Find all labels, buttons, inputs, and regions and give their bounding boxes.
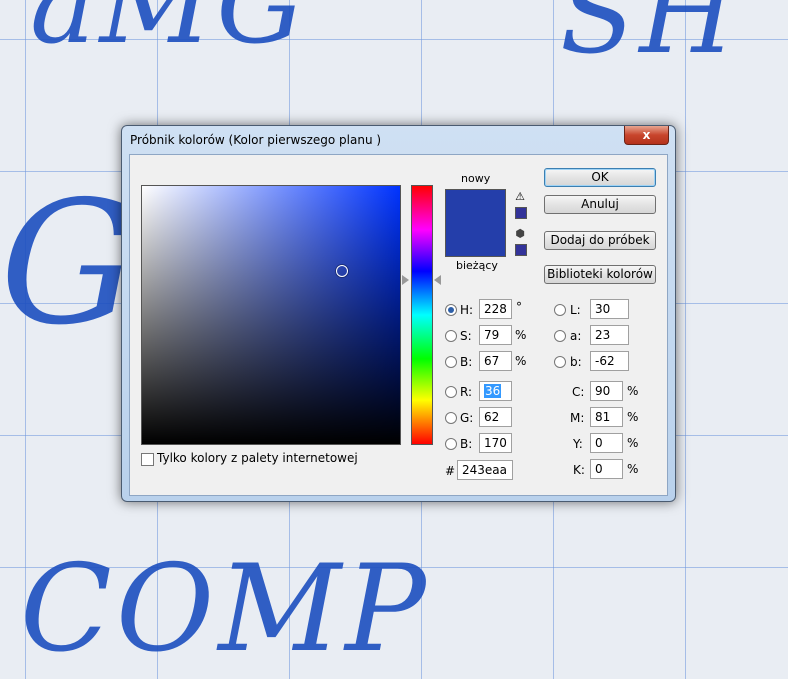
y-input[interactable]: 0 [590, 433, 623, 453]
new-color-label: nowy [461, 172, 491, 185]
radio-h[interactable] [445, 304, 457, 316]
y-label: Y: [573, 437, 583, 451]
lab-b-label: b: [570, 355, 582, 369]
r-label: R: [460, 385, 473, 399]
c-unit: % [627, 384, 639, 398]
h-input[interactable]: 228 [479, 299, 512, 319]
a-input[interactable]: 23 [590, 325, 629, 345]
background-handwriting: aMG [30, 0, 309, 68]
background-handwriting: SH [560, 0, 740, 78]
cancel-button[interactable]: Anuluj [544, 195, 656, 214]
web-colors-only-label[interactable]: Tylko kolory z palety internetowej [157, 451, 358, 465]
l-label: L: [570, 303, 581, 317]
h-label: H: [460, 303, 474, 317]
web-colors-only-checkbox[interactable] [141, 453, 154, 466]
m-input[interactable]: 81 [590, 407, 623, 427]
color-field-marker[interactable] [336, 265, 348, 277]
close-button[interactable]: x [624, 126, 669, 145]
s-input[interactable]: 79 [479, 325, 512, 345]
current-color-swatch[interactable] [445, 222, 506, 257]
k-label: K: [573, 463, 585, 477]
hue-slider[interactable] [411, 185, 433, 445]
lab-b-input[interactable]: -62 [590, 351, 629, 371]
title-bar[interactable]: Próbnik kolorów (Kolor pierwszego planu … [122, 126, 675, 152]
color-picker-dialog: Próbnik kolorów (Kolor pierwszego planu … [121, 125, 676, 502]
hue-slider-right-arrow[interactable] [434, 275, 441, 285]
radio-rgb-b[interactable] [445, 438, 457, 450]
web-safe-swatch[interactable] [515, 244, 527, 256]
a-label: a: [570, 329, 582, 343]
warning-triangle-icon[interactable]: ⚠ [514, 191, 526, 203]
background-handwriting: COMP [20, 540, 430, 679]
dialog-body: nowy bieżący ⚠ ⬢ OK Anuluj Dodaj do prób… [129, 154, 668, 496]
radio-r[interactable] [445, 386, 457, 398]
dialog-title: Próbnik kolorów (Kolor pierwszego planu … [130, 133, 382, 147]
s-unit: % [515, 328, 527, 342]
r-input[interactable]: 36 [479, 381, 512, 401]
b-label: B: [460, 355, 473, 369]
s-label: S: [460, 329, 472, 343]
color-libraries-button[interactable]: Biblioteki kolorów [544, 265, 656, 284]
k-unit: % [627, 462, 639, 476]
b-unit: % [515, 354, 527, 368]
radio-lab-b[interactable] [554, 356, 566, 368]
hex-input[interactable]: 243eaa [457, 460, 513, 480]
c-input[interactable]: 90 [590, 381, 623, 401]
m-label: M: [570, 411, 585, 425]
radio-g[interactable] [445, 412, 457, 424]
h-unit: ° [516, 300, 522, 314]
current-color-label: bieżący [456, 259, 498, 272]
new-color-swatch [445, 189, 506, 223]
rgb-b-input[interactable]: 170 [479, 433, 512, 453]
b-input[interactable]: 67 [479, 351, 512, 371]
radio-b[interactable] [445, 356, 457, 368]
web-safe-cube-icon[interactable]: ⬢ [514, 228, 526, 240]
radio-a[interactable] [554, 330, 566, 342]
hex-label: # [445, 464, 456, 478]
radio-s[interactable] [445, 330, 457, 342]
g-input[interactable]: 62 [479, 407, 512, 427]
color-field[interactable] [141, 185, 401, 445]
l-input[interactable]: 30 [590, 299, 629, 319]
k-input[interactable]: 0 [590, 459, 623, 479]
rgb-b-label: B: [460, 437, 473, 451]
c-label: C: [572, 385, 585, 399]
y-unit: % [627, 436, 639, 450]
m-unit: % [627, 410, 639, 424]
add-to-swatches-button[interactable]: Dodaj do próbek [544, 231, 656, 250]
gamut-warning-swatch[interactable] [515, 207, 527, 219]
g-label: G: [460, 411, 474, 425]
hue-slider-left-arrow[interactable] [402, 275, 409, 285]
radio-l[interactable] [554, 304, 566, 316]
ok-button[interactable]: OK [544, 168, 656, 187]
